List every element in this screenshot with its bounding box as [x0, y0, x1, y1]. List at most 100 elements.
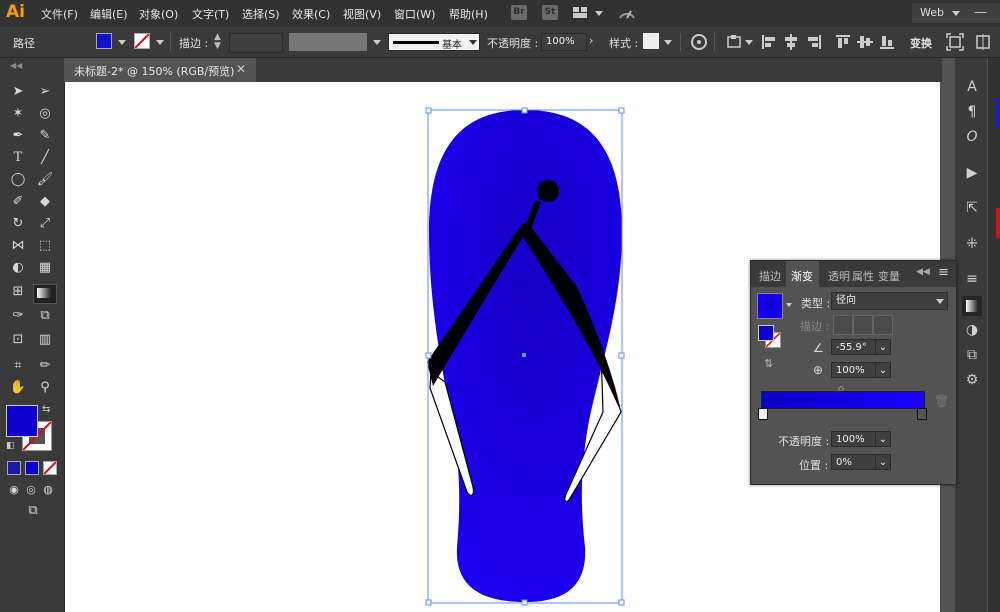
document-tab[interactable]: 未标题-2* @ 150% (RGB/预览) ✕ [64, 58, 256, 82]
ellipse-tool-icon[interactable]: ◯ [9, 171, 27, 189]
gradient-slider[interactable] [761, 391, 925, 409]
selection-tool-icon[interactable]: ➤ [9, 83, 27, 101]
stroke-swatch[interactable] [134, 33, 150, 49]
opacity-input[interactable]: 100% [541, 33, 587, 51]
tab-attributes[interactable]: 属性 [852, 268, 874, 284]
align-right-icon[interactable] [805, 33, 823, 51]
lasso-tool-icon[interactable]: ◎ [36, 105, 54, 123]
location-dropdown[interactable]: ⌄ [875, 454, 891, 470]
tab-stroke[interactable]: 描边 [759, 268, 781, 284]
stroke-stepper[interactable]: ▲ ▼ [214, 33, 226, 51]
type-tool-icon[interactable]: T [9, 149, 27, 167]
paintbrush-tool-icon[interactable]: 🖌 [36, 171, 54, 189]
angle-dropdown[interactable]: ⌄ [875, 339, 891, 355]
brush-definition-dropdown[interactable]: 基本 [388, 33, 480, 51]
transform-button[interactable]: 变换 [910, 35, 932, 51]
width-tool-icon[interactable]: ⋈ [9, 237, 27, 255]
gradient-stop-end[interactable] [917, 408, 927, 420]
shaper-tool-icon[interactable]: ✐ [9, 193, 27, 211]
collapse-icon[interactable]: ◀◀ [10, 61, 22, 70]
arrange-documents-icon[interactable] [572, 6, 588, 19]
chevron-down-icon[interactable] [156, 40, 164, 45]
column-graph-tool-icon[interactable]: ▥ [36, 331, 54, 349]
menu-help[interactable]: 帮助(H) [449, 6, 488, 22]
align-to-icon[interactable] [725, 33, 743, 51]
direct-selection-tool-icon[interactable]: ➢ [36, 83, 54, 101]
close-icon[interactable]: ✕ [236, 62, 246, 76]
menu-effect[interactable]: 效果(C) [292, 6, 330, 22]
gradient-tool-icon[interactable] [33, 284, 57, 304]
line-tool-icon[interactable]: ╱ [36, 149, 54, 167]
fill-indicator[interactable] [758, 325, 774, 341]
chevron-down-icon[interactable] [373, 40, 381, 45]
variable-width-profile[interactable] [289, 33, 367, 51]
slice-tool-icon[interactable]: ✏ [36, 357, 54, 375]
draw-inside-icon[interactable]: ◍ [39, 481, 57, 499]
color-mode-swatch[interactable] [7, 461, 21, 475]
links-panel-icon[interactable]: ⧉ [962, 345, 982, 365]
stroke-across-icon[interactable] [873, 315, 893, 335]
bridge-button[interactable]: Br [511, 5, 527, 20]
symbol-sprayer-tool-icon[interactable]: ⊡ [9, 331, 27, 349]
layers-panel-icon[interactable]: ≡ [962, 269, 982, 289]
zoom-tool-icon[interactable]: ⚲ [36, 379, 54, 397]
menu-select[interactable]: 选择(S) [242, 6, 280, 22]
stroke-weight-input[interactable] [229, 33, 283, 53]
chevron-down-icon[interactable] [118, 40, 126, 45]
actions-panel-icon[interactable]: ▶ [962, 163, 982, 183]
menu-object[interactable]: 对象(O) [139, 6, 178, 22]
aspect-ratio-dropdown[interactable]: ⌄ [875, 362, 891, 378]
shape-builder-tool-icon[interactable]: ◐ [9, 259, 27, 277]
align-bottom-icon[interactable] [878, 33, 896, 51]
reverse-gradient-icon[interactable]: ⇅ [764, 357, 773, 370]
stroke-along-icon[interactable] [853, 315, 873, 335]
graphic-style-swatch[interactable] [643, 33, 659, 49]
mesh-tool-icon[interactable]: ⊞ [9, 283, 27, 301]
chevron-down-icon[interactable] [664, 40, 672, 45]
symbols-panel-icon[interactable]: ⁜ [962, 234, 982, 254]
align-middle-icon[interactable] [856, 33, 874, 51]
minimize-icon[interactable]: — [974, 5, 987, 20]
draw-behind-icon[interactable]: ◎ [22, 481, 40, 499]
pen-tool-icon[interactable]: ✒ [9, 127, 27, 145]
menu-file[interactable]: 文件(F) [41, 6, 78, 22]
align-top-icon[interactable] [834, 33, 852, 51]
artboard-tool-icon[interactable]: ⌗ [9, 357, 27, 375]
free-transform-tool-icon[interactable]: ⬚ [36, 237, 54, 255]
character-panel-icon[interactable]: A [962, 77, 982, 97]
fill-color-box[interactable] [6, 405, 38, 437]
gradient-panel-icon[interactable] [962, 296, 982, 316]
chevron-down-icon[interactable] [786, 303, 792, 307]
menu-type[interactable]: 文字(T) [192, 6, 229, 22]
align-center-icon[interactable] [782, 33, 800, 51]
fill-swatch[interactable] [96, 33, 112, 49]
default-fill-stroke-icon[interactable]: ◧ [6, 441, 15, 451]
delete-stop-icon[interactable]: 🗑 [934, 394, 949, 408]
stock-button[interactable]: St [542, 5, 558, 20]
align-left-icon[interactable] [760, 33, 778, 51]
isolate-icon[interactable] [946, 33, 964, 51]
none-mode-swatch[interactable] [43, 461, 57, 475]
gpu-performance-icon[interactable] [617, 4, 637, 22]
gradient-mode-swatch[interactable] [25, 461, 39, 475]
chevron-down-icon[interactable] [745, 40, 753, 45]
gradient-type-select[interactable]: 径向 [831, 292, 948, 310]
paragraph-panel-icon[interactable]: ¶ [962, 102, 982, 122]
menu-edit[interactable]: 编辑(E) [90, 6, 128, 22]
collapse-icon[interactable]: ◀◀ [916, 267, 930, 277]
screen-mode-icon[interactable]: ⧉ [22, 502, 44, 520]
chevron-right-icon[interactable]: › [589, 34, 593, 47]
scale-tool-icon[interactable]: ⤢ [36, 215, 54, 233]
swap-fill-stroke-icon[interactable]: ⇆ [42, 404, 50, 415]
curvature-tool-icon[interactable]: ✎ [36, 127, 54, 145]
appearance-panel-icon[interactable]: ⚙ [962, 370, 982, 390]
tab-variables[interactable]: 变量 [878, 268, 900, 284]
tab-gradient[interactable]: 渐变 [786, 261, 819, 287]
magic-wand-tool-icon[interactable]: ✶ [9, 105, 27, 123]
chevron-down-icon[interactable] [595, 11, 603, 16]
draw-normal-icon[interactable]: ◉ [5, 481, 23, 499]
opentype-panel-icon[interactable]: O [962, 127, 982, 147]
eyedropper-tool-icon[interactable]: ✑ [9, 307, 27, 325]
eraser-tool-icon[interactable]: ◆ [36, 193, 54, 211]
export-panel-icon[interactable]: ⇱ [962, 198, 982, 218]
